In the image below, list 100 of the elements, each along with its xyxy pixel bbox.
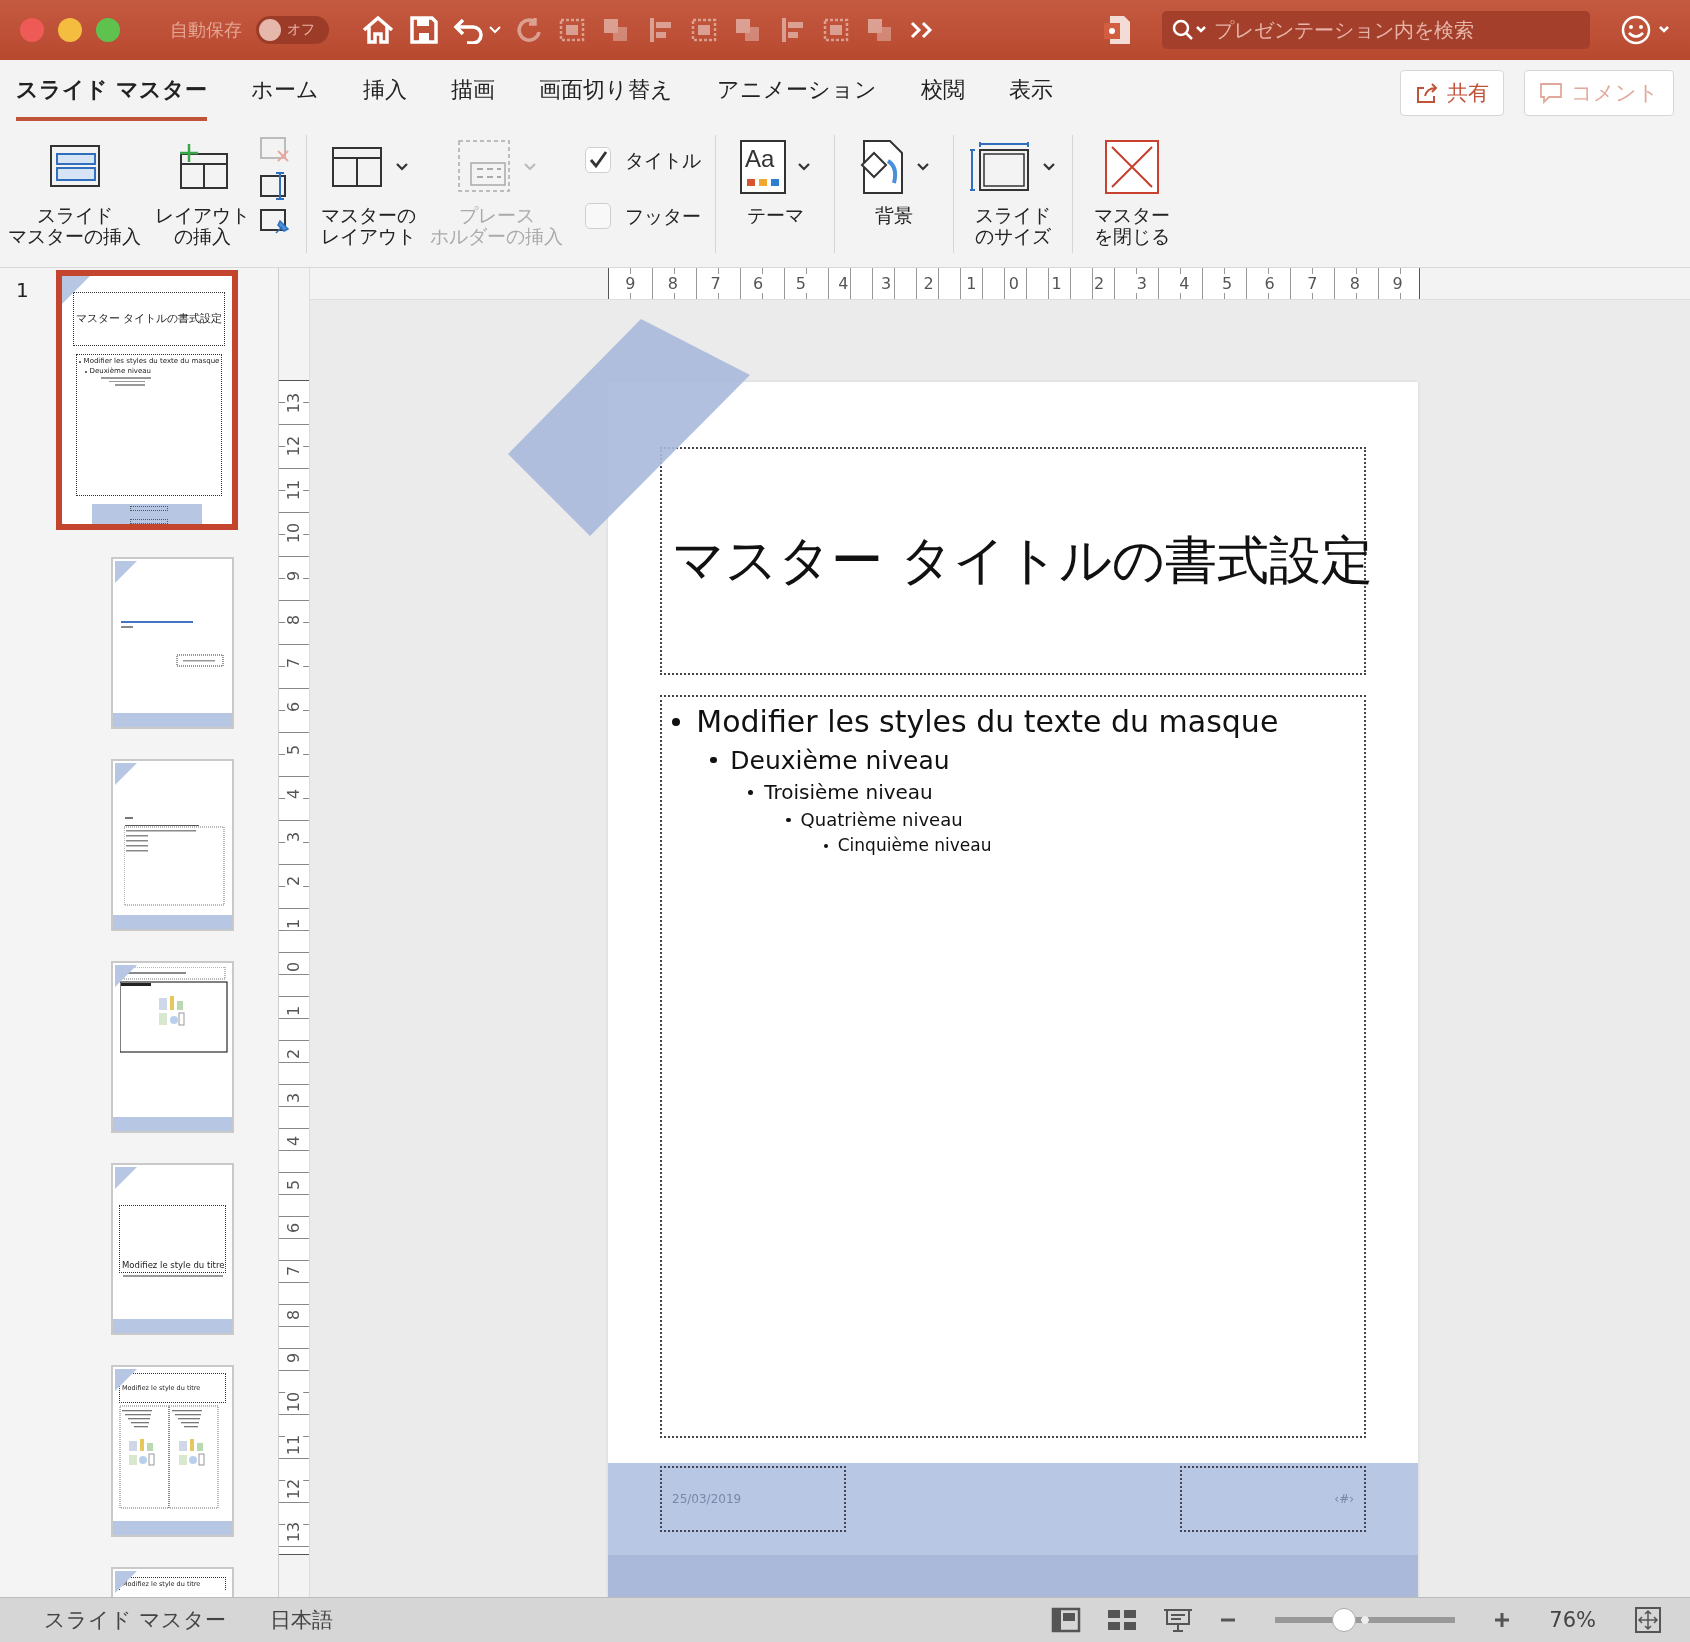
checkbox-option[interactable]: フッター [585,203,701,229]
zoom-percentage: 76% [1549,1608,1596,1632]
arrange-icon[interactable] [557,16,587,44]
ribbon-tab[interactable]: ホーム [250,64,319,121]
search-field[interactable]: プレゼンテーション内を検索 [1162,11,1590,49]
ribbon-button[interactable]: マスター を閉じる [1087,135,1177,247]
corner-triangle [115,1167,137,1189]
bullet-icon [710,756,717,764]
corner-triangle [62,276,90,304]
ruler-number: 5 [794,274,807,293]
slide-thumbnail[interactable] [111,557,234,729]
slide-thumbnail[interactable] [111,759,234,931]
bullet-text: Troisième niveau [764,779,933,805]
bullet-text: Quatrième niveau [800,808,963,832]
ruler-number: 11 [285,1434,303,1457]
ruler-number: 8 [1348,274,1362,293]
slide-thumbnail[interactable] [111,961,234,1133]
ribbon-button[interactable]: スライド マスターの挿入 [8,135,141,247]
redo-icon[interactable] [515,16,543,44]
ribbon-tab[interactable]: アニメーション [716,64,877,121]
share-icon [1415,81,1439,104]
ruler-number: 12 [285,435,303,458]
body-placeholder[interactable]: Modifier les styles du texte du masque Deuxième niveau Troisième niveau Quatrième niveau Cinquième niveau [660,695,1366,1438]
bullet-icon [824,843,829,849]
slide-size-icon [970,142,1032,192]
bullet-icon [748,789,754,795]
ruler-number: 6 [1263,274,1276,293]
ruler-number: 8 [285,613,303,626]
date-text: 25/03/2019 [672,1492,742,1506]
ribbon-button[interactable]: Aa テーマ [730,135,820,226]
ruler-number: 12 [285,1477,303,1500]
ribbon-tab[interactable]: 校閲 [920,64,965,121]
bullet-text: Modifier les styles du texte du masque [696,703,1279,741]
ruler-number: 5 [285,744,303,757]
ruler-number: 9 [1391,274,1404,293]
ruler-number: 6 [285,700,303,713]
ruler-number: 5 [1220,274,1234,293]
grid-view-icon[interactable] [1107,1607,1138,1633]
close-button[interactable] [20,18,44,42]
ruler-number: 13 [285,1520,303,1544]
language-label: 日本語 [269,1607,333,1634]
presentation-icon[interactable] [1163,1607,1194,1633]
ribbon-tab[interactable]: 画面切り替え [538,64,673,121]
slide-thumbnail[interactable]: Modifiez le style du titre [111,1163,234,1335]
ribbon-button[interactable]: マスターの レイアウト [321,135,416,247]
arrange-icon[interactable] [821,16,851,44]
ruler-number: 2 [285,874,303,887]
ruler-number: 4 [285,787,303,800]
ribbon-tab[interactable]: 表示 [1008,64,1053,121]
more-icon[interactable] [909,20,935,40]
bullet-icon [672,717,680,726]
ruler-number: 7 [709,274,722,293]
ribbon-button[interactable]: レイアウト の挿入 [155,135,250,247]
bullet-text: Deuxième niveau [730,744,950,776]
ruler-number: 10 [285,521,303,545]
home-icon[interactable] [361,15,395,45]
placeholder-icon [456,139,513,195]
corner-triangle [115,965,137,987]
theme-icon: Aa [739,139,787,195]
zoom-slider-thumb[interactable] [1331,1608,1356,1632]
arrange-icon[interactable] [689,16,719,44]
ribbon-tab[interactable]: スライド マスター [16,64,207,121]
caret-icon[interactable] [489,26,501,34]
feedback-smiley-icon[interactable] [1620,14,1672,46]
thumbnail-title: マスター タイトルの書式設定 [72,292,226,346]
ruler-number: 3 [285,831,303,844]
ribbon-tab[interactable]: 描画 [450,64,495,121]
caret-icon [394,162,409,172]
autosave-toggle[interactable]: オフ [256,16,329,44]
fit-to-window-icon[interactable] [1634,1606,1662,1634]
ruler-number: 11 [285,478,303,501]
close-master-icon [1104,139,1160,195]
bullet-text: Cinquième niveau [837,835,992,857]
checkbox[interactable] [585,203,611,229]
ruler-number: 3 [1135,274,1148,293]
slide-number: 1 [16,278,29,302]
checkbox[interactable] [585,147,611,173]
minimize-button[interactable] [58,18,82,42]
search-icon [1172,19,1206,41]
ribbon-button[interactable]: 背景 [849,135,939,226]
zoom-in-icon[interactable] [1493,1611,1512,1629]
autosave-label: 自動保存 [170,18,242,42]
save-icon[interactable] [409,15,439,45]
zoom-button[interactable] [96,18,120,42]
document-icon [1102,14,1132,46]
ribbon-button[interactable]: スライド のサイズ [968,135,1058,247]
checkbox-option[interactable]: タイトル [585,147,701,173]
share-button[interactable]: 共有 [1400,69,1504,116]
view-label: スライド マスター [44,1607,226,1634]
ruler-number: 9 [624,274,637,293]
page-number-text: ‹#› [1334,1492,1354,1506]
ruler-number: 9 [285,570,303,583]
ruler-number: 4 [1178,274,1191,293]
corner-triangle [115,763,137,785]
caret-icon [522,162,537,172]
normal-view-icon[interactable] [1051,1607,1082,1633]
check-icon [587,149,609,171]
ruler-number: 7 [1306,274,1319,293]
ribbon-tab[interactable]: 挿入 [362,64,407,121]
undo-icon[interactable] [453,16,485,44]
